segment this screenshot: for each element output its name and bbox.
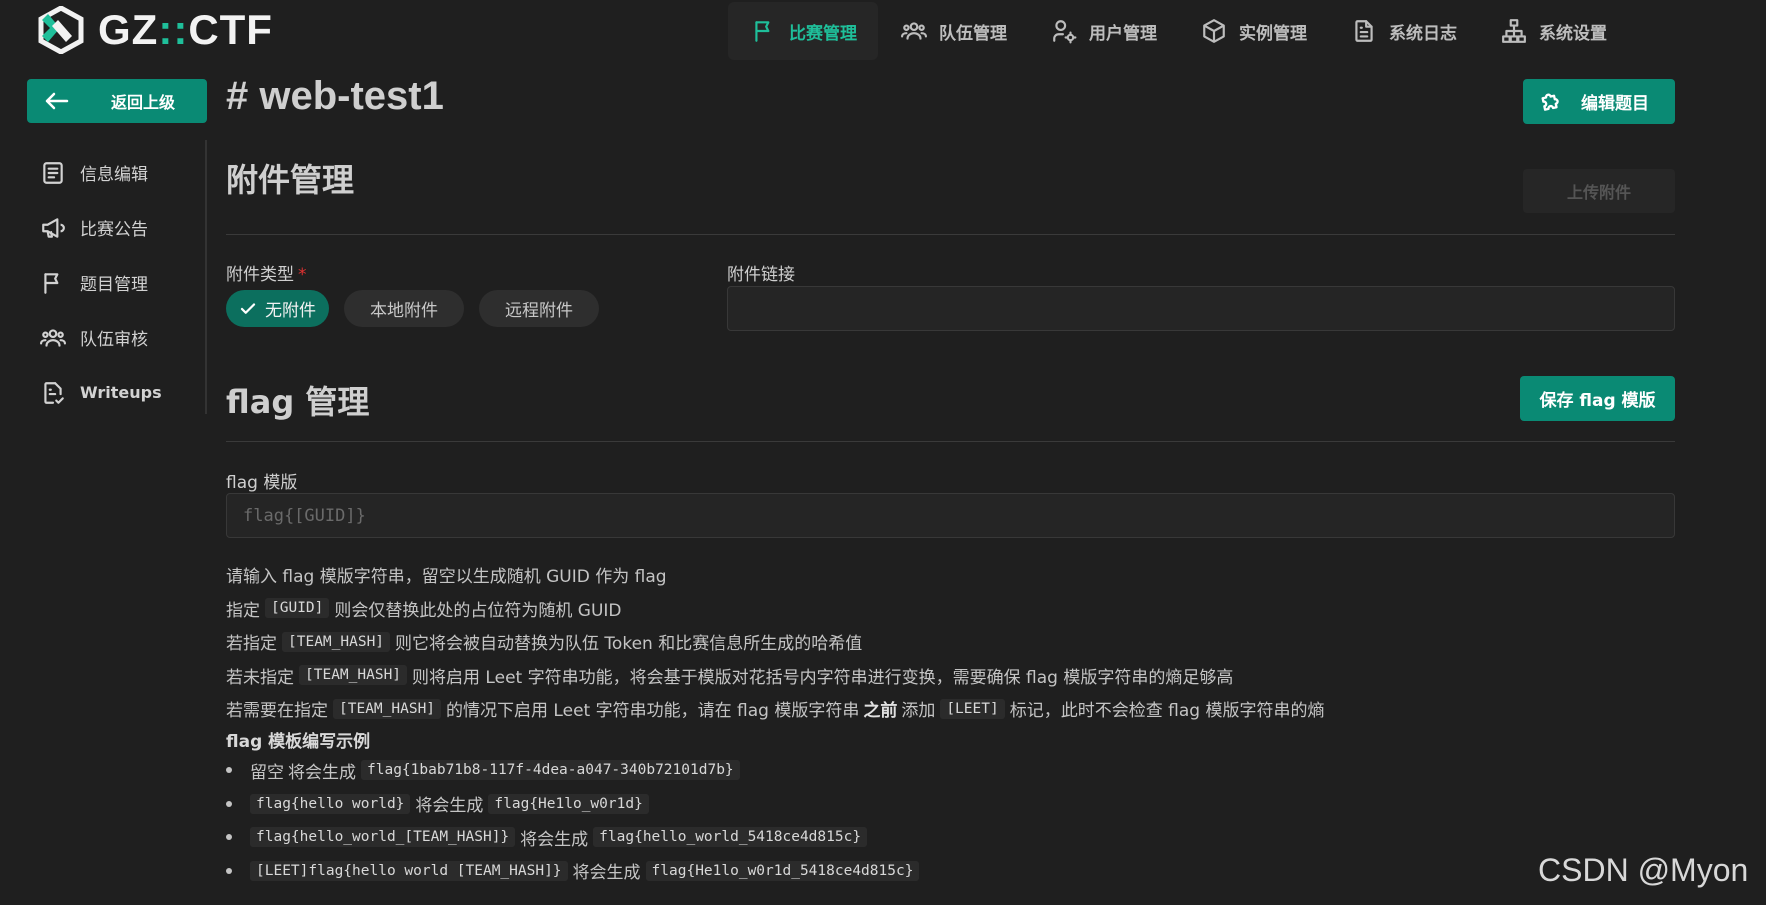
- page-title: # web-test1: [226, 74, 444, 118]
- sidebar-item-label: Writeups: [80, 383, 162, 402]
- sidebar-item-team-review[interactable]: 队伍审核: [40, 310, 162, 365]
- sidebar-item-label: 题目管理: [80, 275, 148, 295]
- examples-title: flag 模板编写示例: [226, 732, 371, 752]
- sidebar-item-label: 比赛公告: [80, 220, 148, 240]
- sidebar-menu: 信息编辑 比赛公告 题目管理 队伍审核 Writeups: [40, 145, 162, 420]
- list-item: flag{hello world} 将会生成 flag{He1lo_w0r1d}: [226, 787, 1324, 821]
- attachment-section-title: 附件管理: [226, 161, 355, 199]
- logo-text: GZ::CTF: [98, 6, 273, 53]
- list-item: flag{hello_world_[TEAM_HASH]} 将会生成 flag{he…: [226, 821, 1324, 855]
- flag-section-title: flag 管理: [226, 383, 370, 421]
- chip-local-attachment[interactable]: 本地附件: [344, 290, 464, 327]
- nav-label: 队伍管理: [939, 23, 1007, 44]
- nav-instances[interactable]: 实例管理: [1178, 2, 1328, 60]
- back-button[interactable]: 返回上级: [27, 79, 207, 123]
- nav-label: 系统日志: [1389, 23, 1457, 44]
- nav-label: 用户管理: [1089, 23, 1157, 44]
- user-gear-icon: [1053, 20, 1077, 44]
- attachment-link-input[interactable]: [727, 286, 1675, 331]
- save-flag-template-button[interactable]: 保存 flag 模版: [1520, 376, 1675, 421]
- nav-logs[interactable]: 系统日志: [1328, 2, 1478, 60]
- file-text-icon: [1355, 20, 1373, 42]
- help-line: 请输入 flag 模版字符串，留空以生成随机 GUID 作为 flag: [226, 567, 667, 588]
- attachment-type-label: 附件类型 *: [226, 265, 307, 285]
- help-line: 若需要在指定 [TEAM_HASH] 的情况下启用 Leet 字符串功能，请在 fl…: [226, 698, 1325, 722]
- file-check-icon: [44, 381, 64, 404]
- examples-list: 留空 将会生成 flag{1bab71b8-117f-4dea-a047-340b7…: [226, 754, 1324, 888]
- users-icon: [40, 328, 66, 347]
- flag-help-text: 请输入 flag 模版字符串，留空以生成随机 GUID 作为 flag 指定 [G…: [226, 558, 1324, 888]
- sitemap-icon: [1502, 19, 1526, 43]
- users-icon: [901, 22, 927, 40]
- flag-icon: [44, 272, 59, 294]
- sidebar-item-challenges[interactable]: 题目管理: [40, 255, 162, 310]
- divider: [226, 234, 1675, 235]
- check-icon: [240, 302, 256, 314]
- chip-remote-attachment[interactable]: 远程附件: [479, 290, 599, 327]
- flag-template-input[interactable]: flag{[GUID]}: [226, 493, 1675, 538]
- list-item: [LEET]flag{hello world [TEAM_HASH]} 将会生成 f…: [226, 854, 1324, 888]
- sidebar-item-notices[interactable]: 比赛公告: [40, 200, 162, 255]
- upload-attachment-button[interactable]: 上传附件: [1523, 169, 1675, 213]
- attachment-type-selector: 无附件 本地附件 远程附件: [226, 290, 599, 327]
- nav-label: 实例管理: [1239, 23, 1307, 44]
- help-line: 指定 [GUID] 则会仅替换此处的占位符为随机 GUID: [226, 598, 622, 621]
- sidebar-item-label: 队伍审核: [80, 330, 148, 350]
- back-button-label: 返回上级: [111, 93, 176, 112]
- nav-label: 比赛管理: [789, 23, 857, 44]
- nav-users[interactable]: 用户管理: [1028, 2, 1178, 60]
- attachment-link-label: 附件链接: [727, 265, 795, 285]
- help-line: 若未指定 [TEAM_HASH] 则将启用 Leet 字符串功能，将会基于模版对花括…: [226, 665, 1234, 688]
- sidebar-item-label: 信息编辑: [80, 165, 148, 185]
- nav-teams[interactable]: 队伍管理: [878, 2, 1028, 60]
- top-header: GZ::CTF 比赛管理 队伍管理 用户管理 实例管理 系统日志 系统设置: [0, 0, 1766, 64]
- sidebar-divider: [205, 140, 207, 414]
- gzctf-logo-icon: [38, 6, 84, 54]
- edit-challenge-button[interactable]: 编辑题目: [1523, 79, 1675, 124]
- edit-challenge-label: 编辑题目: [1581, 94, 1649, 114]
- list-details-icon: [43, 161, 63, 184]
- speakerphone-icon: [42, 217, 65, 238]
- flag-template-label: flag 模版: [226, 473, 298, 493]
- puzzle-icon: [1541, 93, 1559, 111]
- logo[interactable]: GZ::CTF: [38, 6, 273, 54]
- nav-settings[interactable]: 系统设置: [1478, 2, 1628, 60]
- sidebar-item-info[interactable]: 信息编辑: [40, 145, 162, 200]
- main-nav: 比赛管理 队伍管理 用户管理 实例管理 系统日志 系统设置: [728, 2, 1628, 60]
- sidebar-item-writeups[interactable]: Writeups: [40, 365, 162, 420]
- arrow-left-icon: [45, 92, 69, 110]
- chip-no-attachment[interactable]: 无附件: [226, 290, 329, 327]
- nav-label: 系统设置: [1539, 23, 1607, 44]
- help-line: 若指定 [TEAM_HASH] 则它将会被自动替换为队伍 Token 和比赛信息所生…: [226, 631, 863, 655]
- page: GZ::CTF 比赛管理 队伍管理 用户管理 实例管理 系统日志 系统设置 返回…: [0, 0, 1766, 905]
- divider: [226, 441, 1675, 442]
- list-item: 留空 将会生成 flag{1bab71b8-117f-4dea-a047-340b7…: [226, 754, 1324, 788]
- nav-games[interactable]: 比赛管理: [728, 2, 878, 60]
- box-icon: [1203, 19, 1225, 43]
- watermark: CSDN @Myon: [1538, 852, 1749, 888]
- flag-icon: [755, 21, 770, 42]
